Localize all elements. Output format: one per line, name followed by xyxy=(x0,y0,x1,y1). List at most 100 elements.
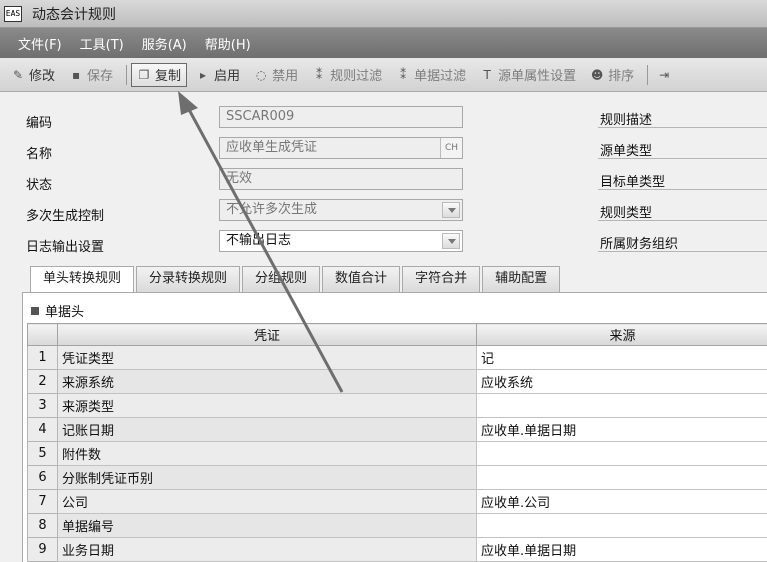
voucher-field-cell[interactable]: 分账制凭证币别 xyxy=(57,465,477,490)
disable-button[interactable]: ◌ 禁用 xyxy=(249,63,303,87)
enable-icon: ▸ xyxy=(200,67,207,82)
pencil-icon: ✎ xyxy=(12,67,24,82)
rule-type-field[interactable] xyxy=(598,220,767,221)
name-value: 应收单生成凭证 xyxy=(226,140,318,155)
column-header-source[interactable]: 来源 xyxy=(476,323,767,346)
name-label: 名称 xyxy=(26,147,53,162)
column-header-voucher[interactable]: 凭证 xyxy=(57,323,477,346)
floppy-icon: ▪ xyxy=(71,67,81,82)
rule-form: 编码 SSCAR009 名称 应收单生成凭证 CH 状态 无效 多次生成控制 不… xyxy=(0,92,767,262)
menu-tools[interactable]: 工具(T) xyxy=(80,34,124,53)
source-attr-button[interactable]: T 源单属性设置 xyxy=(475,63,581,87)
users-icon: ☻ xyxy=(590,67,604,82)
source-field-cell[interactable] xyxy=(476,513,767,538)
code-value: SSCAR009 xyxy=(226,109,295,124)
disable-icon: ◌ xyxy=(255,67,267,82)
voucher-field-cell[interactable]: 凭证类型 xyxy=(57,345,477,370)
voucher-field-cell[interactable]: 记账日期 xyxy=(57,417,477,442)
source-field-cell[interactable]: 记 xyxy=(476,345,767,370)
voucher-field-cell[interactable]: 公司 xyxy=(57,489,477,514)
doc-filter-button[interactable]: ⁑ 单据过滤 xyxy=(391,63,471,87)
source-field-cell[interactable]: 应收单.公司 xyxy=(476,489,767,514)
sort-label: 排序 xyxy=(608,69,635,84)
rule-desc-field[interactable] xyxy=(598,127,767,128)
source-field-cell[interactable] xyxy=(476,393,767,418)
edit-button[interactable]: ✎ 修改 xyxy=(6,63,60,87)
table-row[interactable]: 4 记账日期 应收单.单据日期 xyxy=(27,417,767,442)
language-toggle-button[interactable]: CH xyxy=(440,138,462,158)
rule-desc-label: 规则描述 xyxy=(600,113,653,128)
source-type-field[interactable] xyxy=(598,158,767,159)
tab-aux-config[interactable]: 辅助配置 xyxy=(482,266,561,292)
target-type-field[interactable] xyxy=(598,189,767,190)
toolbar-divider xyxy=(126,64,128,85)
voucher-field-cell[interactable]: 业务日期 xyxy=(57,537,477,562)
status-label: 状态 xyxy=(26,178,53,193)
source-field-cell[interactable]: 应收单.单据日期 xyxy=(476,537,767,562)
voucher-field-cell[interactable]: 附件数 xyxy=(57,441,477,466)
voucher-field-cell[interactable]: 来源类型 xyxy=(57,393,477,418)
window-title: 动态会计规则 xyxy=(32,6,116,23)
voucher-field-cell[interactable]: 单据编号 xyxy=(57,513,477,538)
menu-service[interactable]: 服务(A) xyxy=(142,34,187,53)
mapping-grid: 凭证 来源 1 凭证类型记 2 来源系统 应收系统 3 来源类型 4 记账日期 应收单.单据日期 5… xyxy=(27,323,767,562)
multi-gen-select[interactable]: 不允许多次生成 xyxy=(219,199,463,221)
tab-group-rules[interactable]: 分组规则 xyxy=(242,266,321,292)
tab-sum[interactable]: 数值合计 xyxy=(322,266,401,292)
row-number: 4 xyxy=(27,417,58,442)
save-button[interactable]: ▪ 保存 xyxy=(64,63,118,87)
copy-button[interactable]: ❐ 复制 xyxy=(131,62,188,87)
rule-tabs: 单头转换规则 分录转换规则 分组规则 数值合计 字符合并 辅助配置 xyxy=(30,266,562,293)
source-field-cell[interactable]: 应收单.单据日期 xyxy=(476,417,767,442)
doc-filter-label: 单据过滤 xyxy=(414,69,467,84)
row-number: 9 xyxy=(27,537,58,562)
log-output-select[interactable]: 不输出日志 xyxy=(219,230,463,252)
voucher-field-cell[interactable]: 来源系统 xyxy=(57,369,477,394)
table-row[interactable]: 6 分账制凭证币别 xyxy=(27,465,767,490)
attribute-icon: T xyxy=(483,67,491,82)
table-row[interactable]: 1 凭证类型记 xyxy=(27,345,767,370)
grid-corner xyxy=(27,323,58,346)
source-field-cell[interactable] xyxy=(476,465,767,490)
tab-entry-rules[interactable]: 分录转换规则 xyxy=(136,266,241,292)
tab-header-rules[interactable]: 单头转换规则 xyxy=(30,266,135,293)
tab-char-merge[interactable]: 字符合并 xyxy=(402,266,481,292)
edit-label: 修改 xyxy=(29,69,56,84)
menu-file[interactable]: 文件(F) xyxy=(18,34,62,53)
menu-help[interactable]: 帮助(H) xyxy=(205,34,251,53)
section-title: 单据头 xyxy=(45,305,85,320)
table-row[interactable]: 7 公司 应收单.公司 xyxy=(27,489,767,514)
toolbar: ✎ 修改 ▪ 保存 ❐ 复制 ▸ 启用 ◌ 禁用 ⁑ 规则过滤 ⁑ 单据过滤 T… xyxy=(0,58,767,92)
enable-label: 启用 xyxy=(214,69,241,84)
chevron-down-icon[interactable] xyxy=(442,202,460,218)
table-row[interactable]: 5 附件数 xyxy=(27,441,767,466)
rule-filter-label: 规则过滤 xyxy=(330,69,383,84)
table-row[interactable]: 3 来源类型 xyxy=(27,393,767,418)
log-output-label: 日志输出设置 xyxy=(26,240,105,255)
rule-filter-button[interactable]: ⁑ 规则过滤 xyxy=(307,63,387,87)
disable-label: 禁用 xyxy=(272,69,299,84)
multi-gen-label: 多次生成控制 xyxy=(26,209,105,224)
source-field-cell[interactable] xyxy=(476,441,767,466)
sort-button[interactable]: ☻ 排序 xyxy=(585,63,639,87)
chevron-down-icon[interactable] xyxy=(442,233,460,249)
status-field[interactable]: 无效 xyxy=(219,168,463,190)
status-value: 无效 xyxy=(226,171,253,186)
menu-bar: 文件(F) 工具(T) 服务(A) 帮助(H) xyxy=(0,28,767,58)
row-number: 3 xyxy=(27,393,58,418)
code-field[interactable]: SSCAR009 xyxy=(219,106,463,128)
finance-org-field[interactable] xyxy=(598,251,767,252)
table-row[interactable]: 8 单据编号 xyxy=(27,513,767,538)
source-field-cell[interactable]: 应收系统 xyxy=(476,369,767,394)
rule-type-label: 规则类型 xyxy=(600,206,653,221)
exit-button[interactable]: ⇥ xyxy=(652,63,680,87)
toolbar-divider xyxy=(647,64,649,85)
enable-button[interactable]: ▸ 启用 xyxy=(191,63,245,87)
table-row[interactable]: 2 来源系统 应收系统 xyxy=(27,369,767,394)
name-field[interactable]: 应收单生成凭证 CH xyxy=(219,137,463,159)
table-row[interactable]: 9 业务日期 应收单.单据日期 xyxy=(27,537,767,562)
row-number: 5 xyxy=(27,441,58,466)
filter-icon: ⁑ xyxy=(316,67,323,82)
app-logo-icon: EAS xyxy=(4,5,22,22)
copy-icon: ❐ xyxy=(138,67,150,82)
